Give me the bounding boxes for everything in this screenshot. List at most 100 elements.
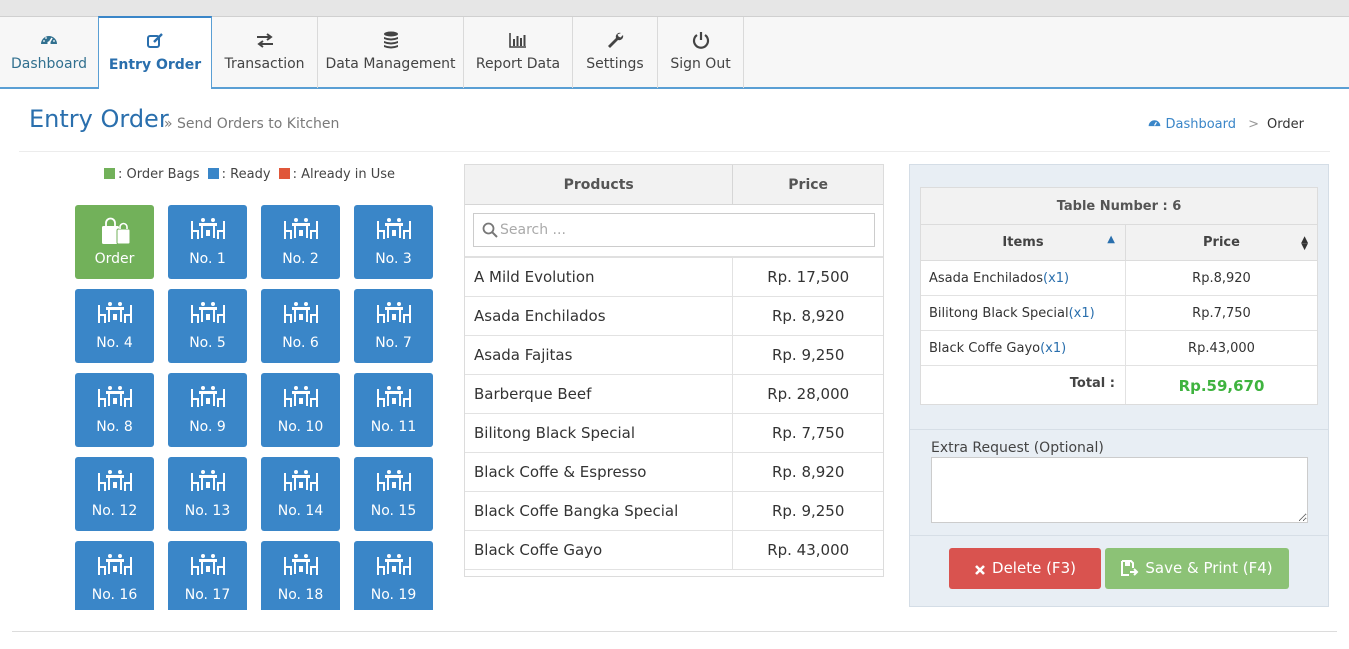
- power-icon: [691, 30, 711, 50]
- order-item-qty[interactable]: (x1): [1040, 341, 1066, 356]
- product-name: Black Coffe & Espresso: [465, 453, 734, 491]
- table-tile-12[interactable]: No. 12: [75, 457, 154, 531]
- dining-table-icon: [96, 301, 134, 329]
- table-tile-8[interactable]: No. 8: [75, 373, 154, 447]
- table-tile-3[interactable]: No. 3: [354, 205, 433, 279]
- table-tile-9[interactable]: No. 9: [168, 373, 247, 447]
- header-divider: [19, 151, 1330, 152]
- product-search-input[interactable]: [498, 214, 868, 246]
- table-tile-4[interactable]: No. 4: [75, 289, 154, 363]
- dining-table-icon: [189, 217, 227, 245]
- dining-table-icon: [375, 217, 413, 245]
- legend-swatch-green: [104, 168, 115, 179]
- tab-data-management[interactable]: Data Management: [318, 17, 464, 88]
- shopping-bag-icon: [96, 217, 134, 245]
- tile-label: No. 4: [96, 335, 133, 351]
- tile-label: No. 1: [189, 251, 226, 267]
- extra-request-textarea[interactable]: [931, 457, 1308, 523]
- table-tile-13[interactable]: No. 13: [168, 457, 247, 531]
- delete-button[interactable]: Delete (F3): [949, 548, 1101, 589]
- tab-report-data[interactable]: Report Data: [464, 17, 573, 88]
- order-item-row[interactable]: Black Coffe Gayo(x1) Rp.43,000: [921, 331, 1317, 366]
- save-print-button[interactable]: Save & Print (F4): [1105, 548, 1289, 589]
- table-tile-17[interactable]: No. 17: [168, 541, 247, 610]
- tab-label: Entry Order: [108, 57, 202, 73]
- tab-sign-out[interactable]: Sign Out: [658, 17, 744, 88]
- tile-label: No. 16: [91, 587, 138, 603]
- product-name: Asada Fajitas: [465, 336, 734, 374]
- tab-dashboard[interactable]: Dashboard: [0, 17, 99, 88]
- products-column-header[interactable]: Products: [465, 165, 734, 204]
- total-value: Rp.59,670: [1178, 377, 1265, 395]
- price-header-label: Price: [1203, 235, 1240, 250]
- order-total-row: Total : Rp.59,670: [921, 366, 1317, 404]
- tab-label: Sign Out: [670, 56, 731, 72]
- order-bags-tile[interactable]: Order: [75, 205, 154, 279]
- table-number-label: Table Number : 6: [921, 188, 1317, 225]
- breadcrumb-home-label: Dashboard: [1165, 117, 1236, 132]
- bar-chart-icon: [508, 30, 528, 50]
- tile-label: No. 6: [282, 335, 319, 351]
- product-price: Rp. 8,920: [771, 463, 845, 481]
- products-list: A Mild Evolution Rp. 17,500 Asada Enchilad…: [465, 258, 883, 570]
- tile-label: No. 5: [189, 335, 226, 351]
- product-name: Bilitong Black Special: [465, 414, 734, 452]
- save-print-label: Save & Print (F4): [1145, 559, 1273, 577]
- order-panel: Table Number : 6 Items ▲ Price ▲ ▼ Asada En…: [909, 164, 1329, 607]
- order-price-column-header[interactable]: Price ▲ ▼: [1126, 225, 1317, 260]
- order-item-qty[interactable]: (x1): [1043, 271, 1069, 286]
- product-row[interactable]: Black Coffe & Espresso Rp. 8,920: [465, 453, 883, 492]
- product-row[interactable]: Black Coffe Bangka Special Rp. 9,250: [465, 492, 883, 531]
- table-tile-19[interactable]: No. 19: [354, 541, 433, 610]
- order-item-qty[interactable]: (x1): [1069, 306, 1095, 321]
- product-row[interactable]: Bilitong Black Special Rp. 7,750: [465, 414, 883, 453]
- product-price: Rp. 28,000: [767, 385, 850, 403]
- items-header-label: Items: [1002, 235, 1044, 250]
- table-tile-2[interactable]: No. 2: [261, 205, 340, 279]
- panel-divider: [910, 535, 1328, 536]
- table-tile-6[interactable]: No. 6: [261, 289, 340, 363]
- table-tile-18[interactable]: No. 18: [261, 541, 340, 610]
- table-tile-11[interactable]: No. 11: [354, 373, 433, 447]
- product-row[interactable]: Black Coffe Gayo Rp. 43,000: [465, 531, 883, 570]
- product-row[interactable]: Asada Fajitas Rp. 9,250: [465, 336, 883, 375]
- tab-transaction[interactable]: Transaction: [212, 17, 318, 88]
- table-tile-15[interactable]: No. 15: [354, 457, 433, 531]
- tab-entry-order[interactable]: Entry Order: [98, 16, 212, 89]
- tile-label: No. 3: [375, 251, 412, 267]
- product-name: Black Coffe Bangka Special: [465, 492, 734, 530]
- table-tile-7[interactable]: No. 7: [354, 289, 433, 363]
- tile-label: No. 12: [91, 503, 138, 519]
- table-tile-1[interactable]: No. 1: [168, 205, 247, 279]
- browser-top-strip: [0, 0, 1349, 17]
- breadcrumb-home-link[interactable]: Dashboard: [1148, 117, 1240, 132]
- page-subtitle: » Send Orders to Kitchen: [164, 116, 340, 132]
- tab-label: Dashboard: [11, 56, 87, 72]
- tab-label: Settings: [586, 56, 644, 72]
- price-column-header[interactable]: Price: [733, 165, 883, 204]
- page-title: Entry Order: [29, 105, 169, 133]
- items-column-header[interactable]: Items ▲: [921, 225, 1126, 260]
- order-item-row[interactable]: Asada Enchilados(x1) Rp.8,920: [921, 261, 1317, 296]
- legend-label: : Order Bags: [118, 167, 200, 182]
- product-price: Rp. 8,920: [771, 307, 845, 325]
- product-row[interactable]: A Mild Evolution Rp. 17,500: [465, 258, 883, 297]
- table-tile-16[interactable]: No. 16: [75, 541, 154, 610]
- tile-label: No. 15: [370, 503, 417, 519]
- dining-table-icon: [375, 301, 413, 329]
- breadcrumb: Dashboard > Order: [1148, 117, 1304, 132]
- legend-swatch-blue: [207, 168, 219, 179]
- legend-in-use: : Already in Use: [278, 167, 395, 182]
- tab-settings[interactable]: Settings: [573, 17, 658, 88]
- table-tile-10[interactable]: No. 10: [261, 373, 340, 447]
- table-tile-14[interactable]: No. 14: [261, 457, 340, 531]
- extra-request-label: Extra Request (Optional): [931, 440, 1104, 456]
- table-tile-5[interactable]: No. 5: [168, 289, 247, 363]
- product-price: Rp. 9,250: [771, 502, 845, 520]
- dining-table-icon: [96, 553, 134, 581]
- order-item-row[interactable]: Bilitong Black Special(x1) Rp.7,750: [921, 296, 1317, 331]
- order-item-name: Asada Enchilados: [929, 271, 1043, 286]
- product-row[interactable]: Asada Enchilados Rp. 8,920: [465, 297, 883, 336]
- product-row[interactable]: Barberque Beef Rp. 28,000: [465, 375, 883, 414]
- tile-label: No. 8: [96, 419, 133, 435]
